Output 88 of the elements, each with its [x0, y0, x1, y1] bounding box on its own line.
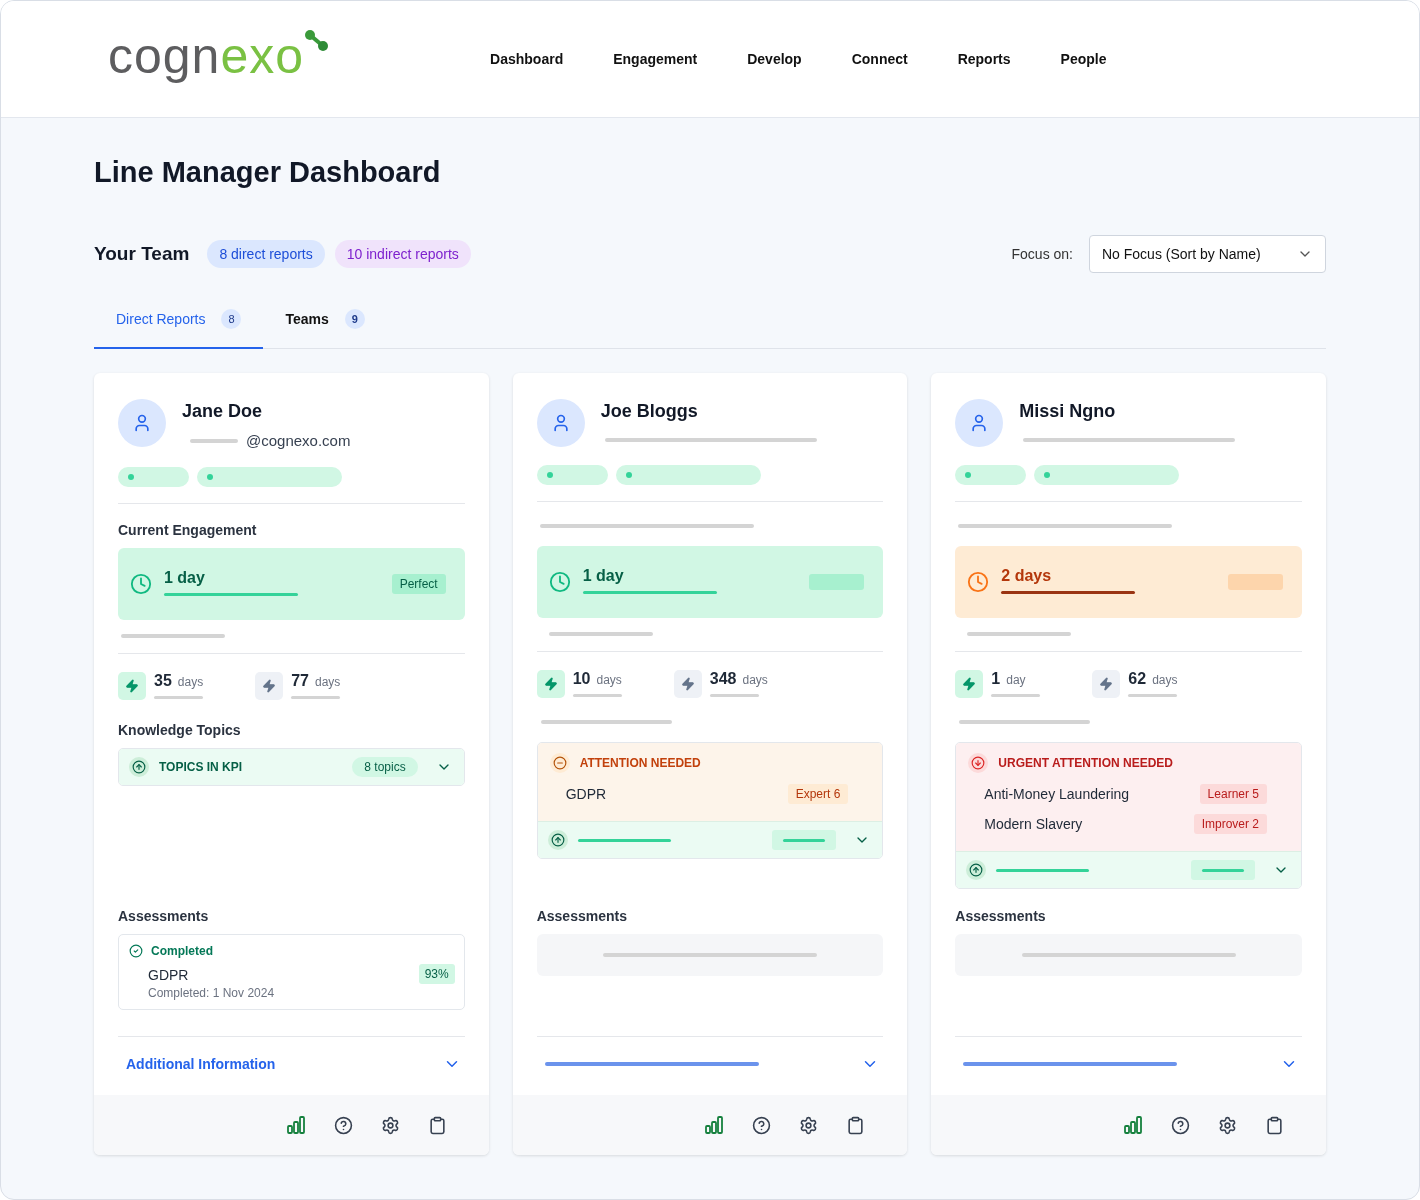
- indirect-reports-badge: 10 indirect reports: [334, 240, 471, 268]
- settings-icon[interactable]: [1218, 1115, 1237, 1135]
- skeleton-bar: [154, 696, 203, 699]
- count-badge: 9: [344, 309, 365, 329]
- arrow-down-circle-icon: [968, 753, 989, 773]
- badge-placeholder: [1228, 574, 1283, 590]
- topics-count: 8 topics: [352, 757, 418, 777]
- help-icon[interactable]: [333, 1115, 353, 1135]
- section-label: Knowledge Topics: [118, 722, 242, 738]
- kpi-label: TOPICS IN KPI: [159, 760, 244, 774]
- user-icon: [132, 413, 152, 433]
- skeleton-bar: [991, 694, 1041, 697]
- employee-name: Joe Bloggs: [600, 401, 699, 422]
- topic-name: Modern Slavery: [984, 816, 1083, 832]
- section-title: Your Team: [94, 243, 190, 265]
- clock-icon: [548, 571, 571, 593]
- bar-chart-icon[interactable]: [704, 1115, 725, 1135]
- employee-name: Jane Doe: [182, 401, 264, 422]
- employee-name: Missi Ngno: [1019, 401, 1117, 422]
- section-label: Assessments: [118, 908, 210, 924]
- engagement-value: 2 days: [1001, 566, 1053, 585]
- bar-chart-icon[interactable]: [285, 1115, 306, 1135]
- level-badge: Learner 5: [1199, 784, 1267, 804]
- clock-icon: [967, 571, 990, 593]
- topic-name: GDPR: [565, 786, 607, 802]
- help-icon[interactable]: [1171, 1115, 1190, 1135]
- focus-select[interactable]: No Focus (Sort by Name): [1089, 235, 1326, 273]
- tab[interactable]: Direct Reports 8: [94, 297, 264, 349]
- skeleton-bar: [1128, 694, 1178, 697]
- stat-value: 35 days: [154, 672, 204, 690]
- score-badge: 93%: [418, 964, 455, 984]
- alert-heading: ATTENTION NEEDED: [579, 756, 701, 770]
- stat-value: 348 days: [709, 670, 768, 688]
- engagement-value: 1 day: [582, 566, 625, 585]
- employee-email: @cognexo.com: [246, 432, 351, 449]
- settings-icon[interactable]: [380, 1115, 400, 1135]
- tag-placeholder: [536, 465, 608, 485]
- section-label: Assessments: [955, 908, 1047, 924]
- alert-heading: URGENT ATTENTION NEEDED: [998, 756, 1173, 770]
- assessment-date: Completed: 1 Nov 2024: [148, 986, 275, 1000]
- count-badge: 8: [221, 309, 242, 329]
- logo-mark-icon: [304, 29, 331, 53]
- engagement-badge: Perfect: [391, 574, 446, 594]
- direct-reports-badge: 8 direct reports: [207, 240, 325, 268]
- topic-name: Anti-Money Laundering: [984, 786, 1130, 802]
- nav-link[interactable]: Connect: [851, 51, 908, 67]
- clipboard-icon[interactable]: [1265, 1115, 1284, 1135]
- arrow-up-circle-icon: [966, 860, 987, 880]
- section-label: Assessments: [536, 908, 628, 924]
- tag-placeholder: [118, 467, 189, 487]
- level-badge: Expert 6: [787, 784, 849, 804]
- clock-icon: [130, 573, 152, 595]
- count-placeholder: [1191, 860, 1255, 880]
- nav-link[interactable]: Engagement: [613, 51, 698, 67]
- stat-value: 10 days: [572, 670, 622, 688]
- assessment-status: Completed: [151, 944, 213, 958]
- nav-link[interactable]: People: [1060, 51, 1107, 67]
- tab[interactable]: Teams 9: [263, 297, 387, 349]
- skeleton-bar: [709, 694, 759, 697]
- clipboard-icon[interactable]: [427, 1115, 447, 1135]
- count-placeholder: [772, 830, 837, 850]
- help-icon[interactable]: [752, 1115, 772, 1135]
- skeleton-bar: [572, 694, 622, 697]
- level-badge: Improver 2: [1193, 814, 1267, 834]
- settings-icon[interactable]: [799, 1115, 819, 1135]
- page-title: Line Manager Dashboard: [94, 156, 442, 189]
- nav-link[interactable]: Reports: [957, 51, 1011, 67]
- stat-value: 62 days: [1128, 670, 1178, 688]
- check-circle-icon: [129, 944, 143, 958]
- assessment-name: GDPR: [148, 967, 190, 983]
- bar-chart-icon[interactable]: [1123, 1115, 1143, 1135]
- skeleton-bar: [291, 696, 341, 699]
- focus-label: Focus on:: [1011, 246, 1073, 262]
- nav-link[interactable]: Dashboard: [490, 51, 564, 67]
- logo: cognexo: [108, 27, 331, 85]
- additional-info-toggle[interactable]: Additional Information: [118, 1037, 465, 1091]
- clipboard-icon[interactable]: [846, 1115, 866, 1135]
- badge-placeholder: [809, 574, 865, 590]
- section-label: Current Engagement: [118, 522, 258, 538]
- tag-placeholder: [955, 465, 1027, 485]
- stat-value: 1 day: [991, 670, 1027, 688]
- stat-value: 77 days: [291, 672, 341, 690]
- engagement-value: 1 day: [164, 568, 206, 587]
- minus-circle-icon: [549, 753, 570, 773]
- arrow-up-circle-icon: [547, 830, 568, 850]
- arrow-up-circle-icon: [129, 757, 149, 777]
- skeleton-bar: [190, 438, 238, 443]
- nav-link[interactable]: Develop: [747, 51, 802, 67]
